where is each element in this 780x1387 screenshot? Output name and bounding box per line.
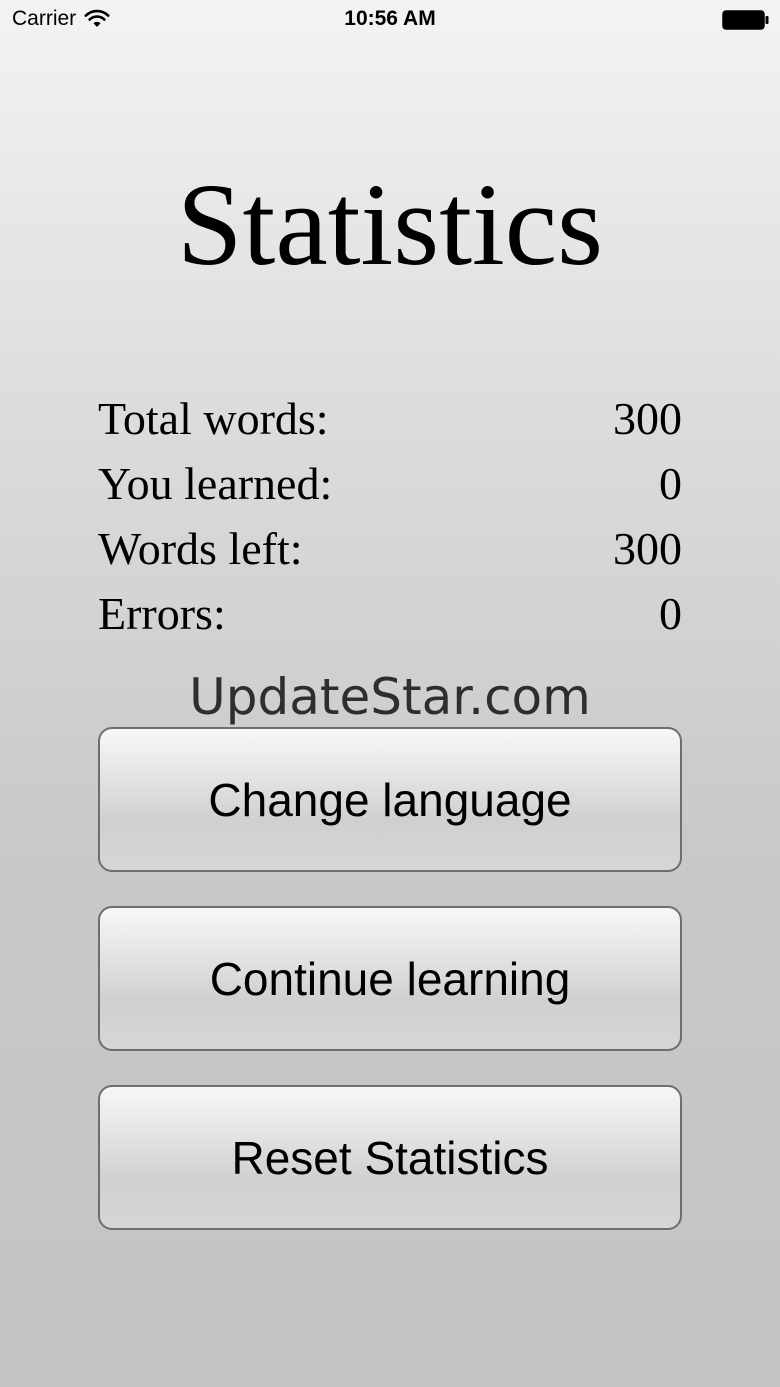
stat-value: 0 (659, 458, 682, 509)
stat-value: 300 (613, 523, 682, 574)
stat-label: Errors: (98, 588, 226, 639)
stat-row-words-left: Words left: 300 (98, 516, 682, 581)
reset-statistics-button[interactable]: Reset Statistics (98, 1085, 682, 1230)
stat-row-errors: Errors: 0 (98, 581, 682, 646)
stat-row-you-learned: You learned: 0 (98, 451, 682, 516)
stat-value: 300 (613, 393, 682, 444)
page-title: Statistics (176, 159, 604, 290)
stat-row-total-words: Total words: 300 (98, 386, 682, 451)
status-bar: Carrier 10:56 AM (0, 0, 780, 40)
watermark: UpdateStar.com (189, 668, 591, 726)
status-time: 10:56 AM (344, 7, 436, 30)
stats-list: Total words: 300 You learned: 0 Words le… (98, 386, 682, 646)
stat-label: Words left: (98, 523, 303, 574)
continue-learning-button[interactable]: Continue learning (98, 906, 682, 1051)
battery-icon (722, 10, 769, 30)
stat-label: Total words: (98, 393, 329, 444)
change-language-button[interactable]: Change language (98, 727, 682, 872)
stat-label: You learned: (98, 458, 333, 509)
stat-value: 0 (659, 588, 682, 639)
